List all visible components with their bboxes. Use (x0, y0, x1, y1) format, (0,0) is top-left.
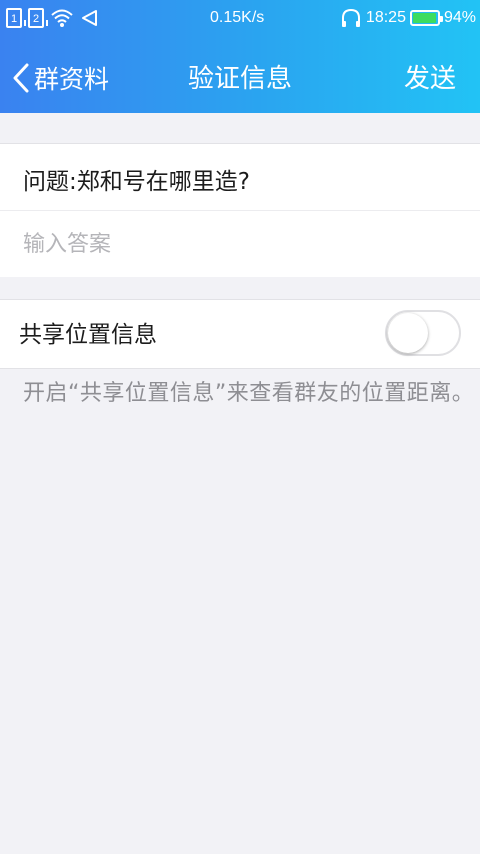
question-text: 问题:郑和号在哪里造? (23, 169, 250, 195)
location-share-label: 共享位置信息 (19, 322, 157, 348)
battery-icon (409, 10, 443, 26)
send-button[interactable]: 发送 (404, 58, 456, 95)
wifi-icon (51, 9, 73, 27)
headset-icon (341, 8, 360, 27)
battery-percent: 94% (443, 9, 476, 26)
net-speed: 0.15K/s (210, 9, 265, 26)
location-share-row: 共享位置信息 (0, 299, 480, 369)
divider (0, 210, 480, 211)
header: 1 2 0.15K/s 18:25 94% 群资料 验证信息 发送 (0, 0, 480, 113)
sim1-icon: 1 (6, 8, 26, 28)
status-bar: 1 2 0.15K/s 18:25 94% (0, 0, 480, 38)
location-share-toggle[interactable] (385, 310, 461, 356)
battery-fill (412, 13, 436, 23)
sim2-icon: 2 (28, 8, 48, 28)
status-left: 1 2 (6, 8, 98, 28)
status-right: 18:25 94% (340, 7, 476, 29)
clock: 18:25 (365, 9, 406, 26)
location-share-hint: 开启“共享位置信息”来查看群友的位置距离。 (23, 381, 475, 406)
toggle-knob (388, 313, 428, 353)
sound-icon (82, 10, 97, 26)
nav-bar: 群资料 验证信息 发送 (0, 38, 480, 113)
answer-input[interactable] (23, 224, 453, 264)
verification-card: 问题:郑和号在哪里造? (0, 143, 480, 277)
